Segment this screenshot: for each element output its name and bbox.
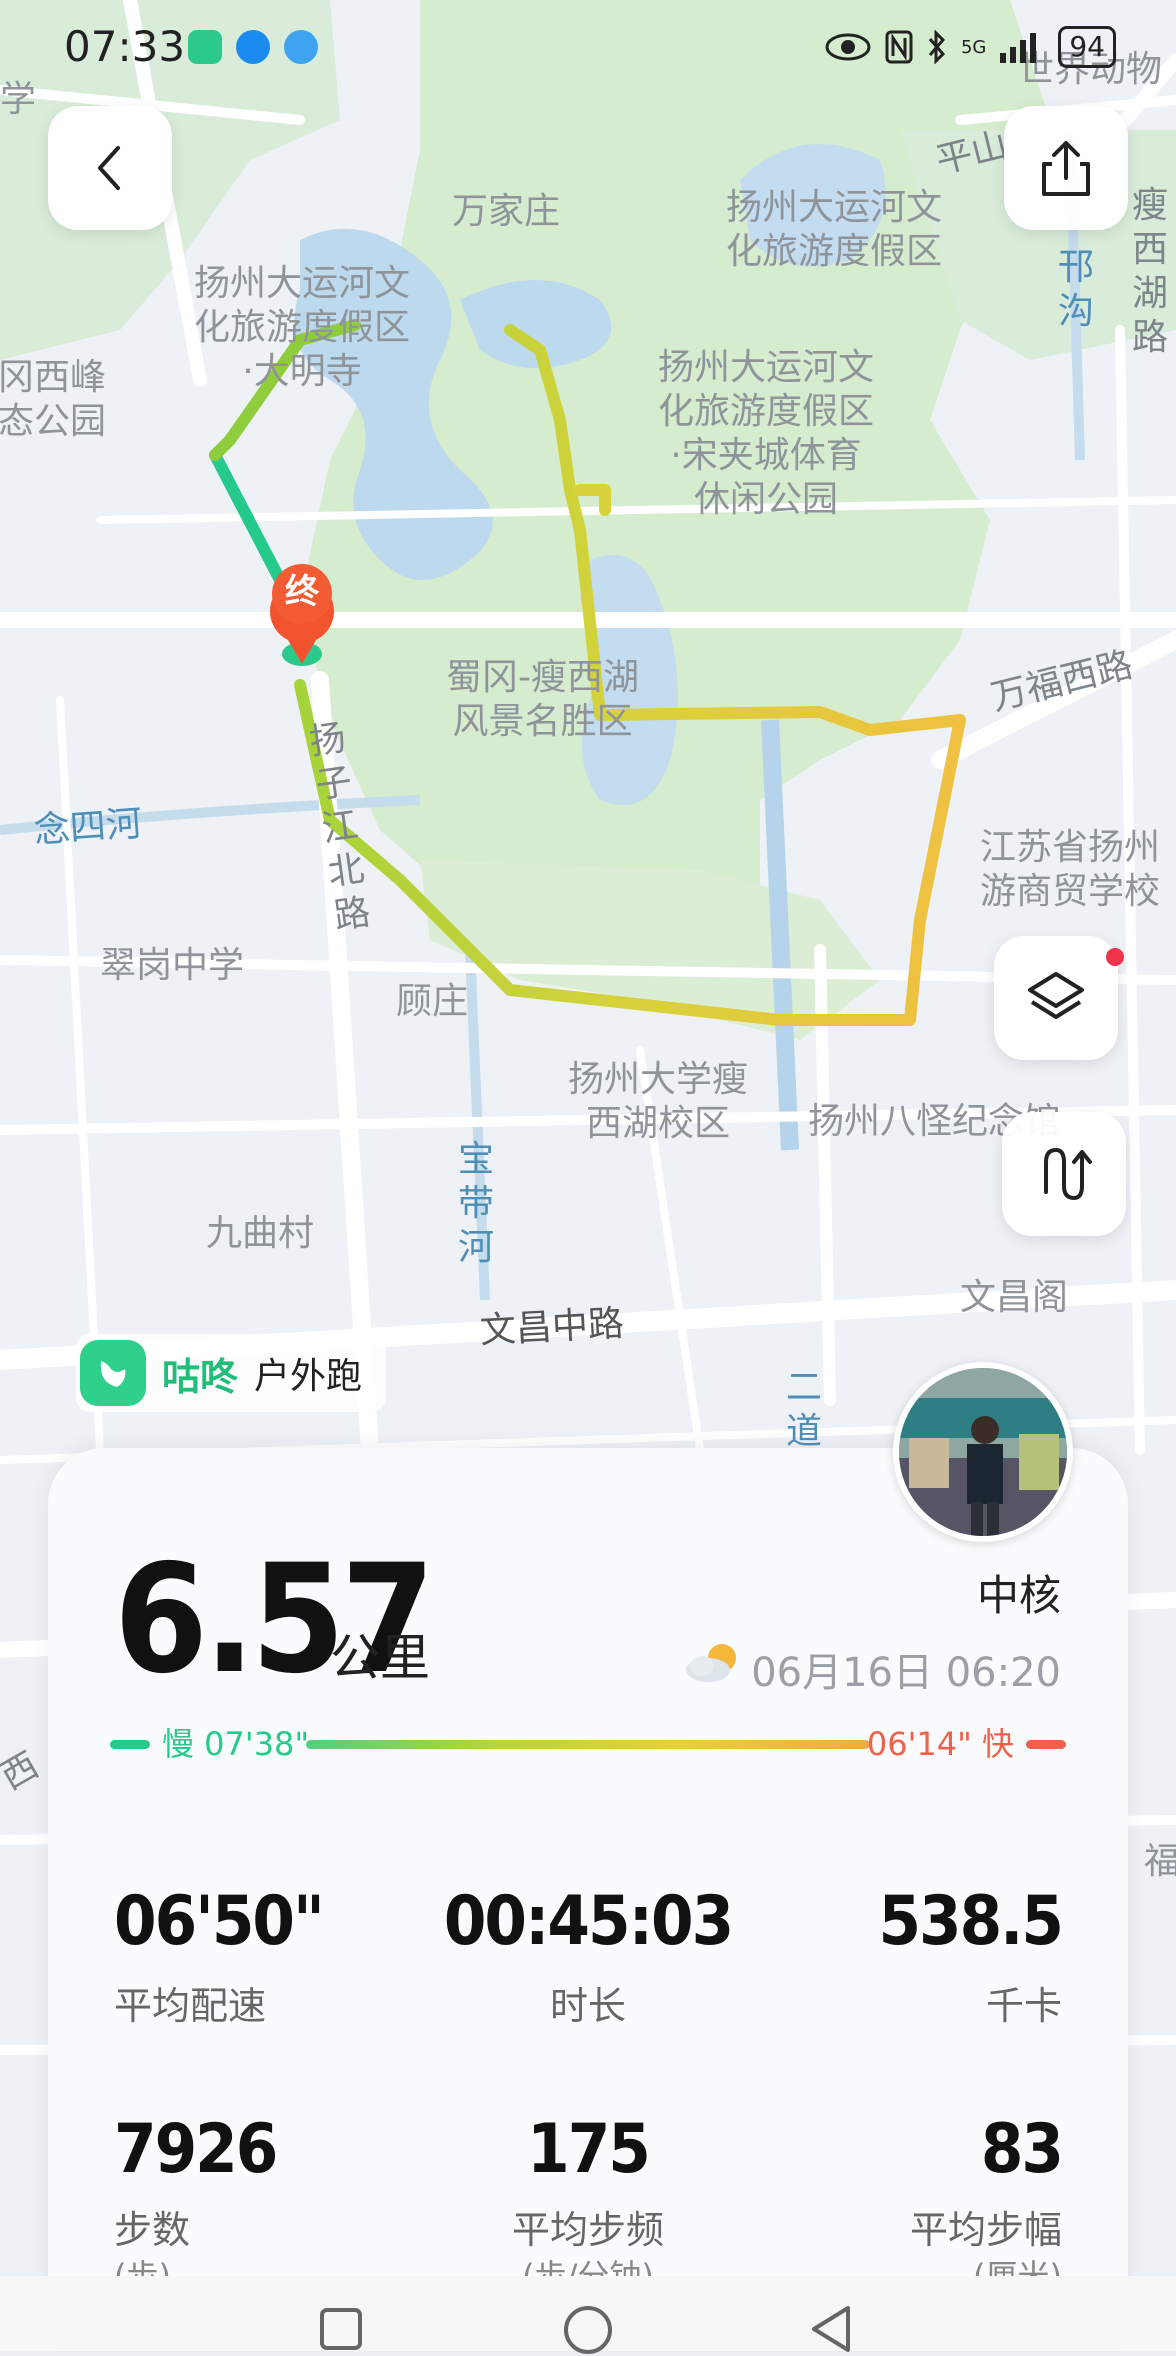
map-label: 文昌中路 [478,1303,625,1352]
map-label: 瘦 西 湖 路 [1132,185,1169,358]
layers-button[interactable] [994,936,1118,1060]
pace-fast-swatch [1026,1740,1066,1749]
stat-value-steps: 7926 [114,2110,278,2189]
brand-name: 咕咚 [162,1354,239,1399]
status-icons: 5G 94 [825,26,1116,68]
pace-fast-label: 06'14" 快 [866,1725,1014,1763]
pace-legend: 慢 07'38" 06'14" 快 [110,1722,1066,1766]
pace-gradient [306,1740,870,1749]
system-nav-bar [0,2276,1176,2354]
map-label: 邗 沟 [1058,247,1095,332]
battery-indicator: 94 [1058,26,1116,68]
route-icon [1044,1147,1092,1201]
signal-icon [1000,33,1037,63]
map-label: 二 道 [786,1367,823,1452]
map-label: 万家庄 [452,191,561,232]
home-button[interactable] [562,2304,614,2356]
stat-label-stride: 平均步幅 [909,2208,1062,2252]
search-app-icon [236,30,270,64]
pace-slow-label: 慢 07'38" [162,1725,310,1763]
notification-dot [1106,948,1124,966]
map-label: 扬州大学瘦 西湖校区 [568,1059,749,1144]
stat-value-stride: 83 [980,2110,1064,2189]
activity-date: 06月16日 06:20 [751,1650,1061,1696]
map-label: 翠岗中学 [100,945,245,986]
map-label: 扬州大运河文 化旅游度假区 ·大明寺 [194,263,411,392]
stat-label-avg-pace: 平均配速 [114,1984,267,2028]
stat-value-cadence: 175 [527,2110,651,2189]
stat-label-cadence: 平均步频 [511,2208,664,2252]
browser-app-icon [284,30,318,64]
stat-label-duration: 时长 [549,1984,626,2028]
map-label: 扬州大运河文 化旅游度假区 ·宋夹城体育 休闲公园 [658,347,875,520]
eye-icon [825,33,871,61]
map-label: 文昌阁 [960,1277,1069,1318]
end-marker-label: 终 [285,572,319,612]
stat-label-steps: 步数 [114,2208,191,2252]
brand-tag: 咕咚 户外跑 [76,1334,387,1412]
map-label: 扬州大运河文 化旅游度假区 [726,187,943,272]
map-label: 冈西峰 态公园 [0,357,107,442]
distance-unit: 公里 [330,1629,430,1687]
bluetooth-icon [928,30,946,64]
status-bar: 07:33 5G 94 [0,0,1176,100]
avatar[interactable] [893,1362,1073,1542]
recent-apps-button[interactable] [318,2306,364,2352]
stat-value-duration: 00:45:03 [443,1882,734,1961]
map-label: 江苏省扬州 游商贸学校 [980,827,1161,912]
sport-type: 户外跑 [254,1356,363,1397]
map-label: 念四河 [32,803,144,852]
stat-value-calories: 538.5 [878,1882,1064,1961]
map-label: 九曲村 [206,1213,315,1254]
layers-icon [1028,972,1084,1019]
notification-app-icon [188,30,222,64]
map-label: 顾庄 [396,981,469,1022]
stat-label-calories: 千卡 [985,1984,1062,2028]
chevron-left-icon [98,146,120,190]
nfc-icon [885,30,913,64]
map-label: 蜀冈-瘦西湖 风景名胜区 [446,657,639,742]
share-icon [1042,141,1090,196]
map-label: 福 [1144,1841,1176,1882]
stat-value-avg-pace: 06'50" [114,1882,325,1961]
share-button[interactable] [1004,106,1128,230]
status-time: 07:33 [64,22,186,71]
partly-cloudy-icon [686,1644,736,1682]
user-name: 中核 [976,1571,1061,1620]
network-type: 5G [960,36,987,58]
pace-slow-swatch [110,1740,150,1749]
codoon-logo-icon [80,1340,146,1406]
map-label: 宝 带 河 [458,1139,495,1268]
back-button[interactable] [48,106,172,230]
back-nav-button[interactable] [808,2304,854,2354]
route-replay-button[interactable] [1002,1112,1126,1236]
